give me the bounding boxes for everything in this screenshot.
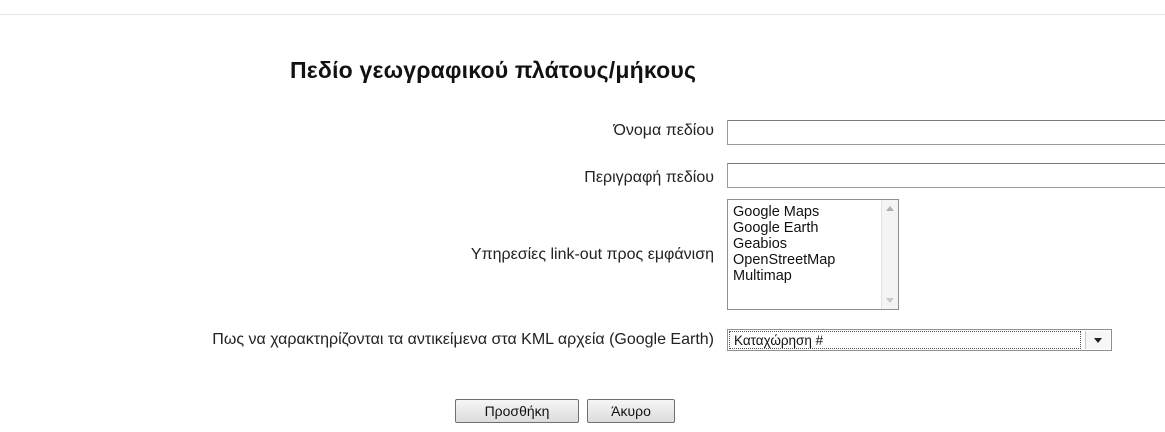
- linkout-services-listbox[interactable]: Google Maps Google Earth Geabios OpenStr…: [727, 199, 899, 310]
- field-description-label: Περιγραφή πεδίου: [584, 169, 714, 186]
- linkout-option-multimap[interactable]: Multimap: [733, 268, 835, 284]
- field-name-label: Όνομα πεδίου: [613, 122, 714, 139]
- linkout-option-openstreetmap[interactable]: OpenStreetMap: [733, 252, 835, 268]
- field-name-input[interactable]: [727, 120, 1165, 145]
- cancel-button[interactable]: Άκυρο: [587, 399, 675, 423]
- field-description-input[interactable]: [727, 163, 1165, 188]
- scroll-down-arrow-icon[interactable]: [886, 298, 894, 303]
- chevron-down-icon: [1094, 338, 1102, 343]
- linkout-services-options: Google Maps Google Earth Geabios OpenStr…: [733, 204, 835, 284]
- add-button[interactable]: Προσθήκη: [455, 399, 579, 423]
- kml-label-label: Πως να χαρακτηρίζονται τα αντικείμενα στ…: [212, 331, 714, 348]
- linkout-services-label: Υπηρεσίες link-out προς εμφάνιση: [470, 246, 714, 263]
- form-title: Πεδίο γεωγραφικού πλάτους/μήκους: [290, 57, 697, 83]
- listbox-scrollbar[interactable]: [881, 200, 898, 309]
- scroll-up-arrow-icon[interactable]: [886, 206, 894, 211]
- kml-label-select[interactable]: Καταχώρηση #: [727, 329, 1112, 351]
- kml-label-selected-value: Καταχώρηση #: [729, 331, 1081, 349]
- dropdown-arrow-button[interactable]: [1085, 331, 1110, 349]
- linkout-option-geabios[interactable]: Geabios: [733, 236, 835, 252]
- linkout-option-google-earth[interactable]: Google Earth: [733, 220, 835, 236]
- top-divider: [0, 14, 1165, 15]
- linkout-option-google-maps[interactable]: Google Maps: [733, 204, 835, 220]
